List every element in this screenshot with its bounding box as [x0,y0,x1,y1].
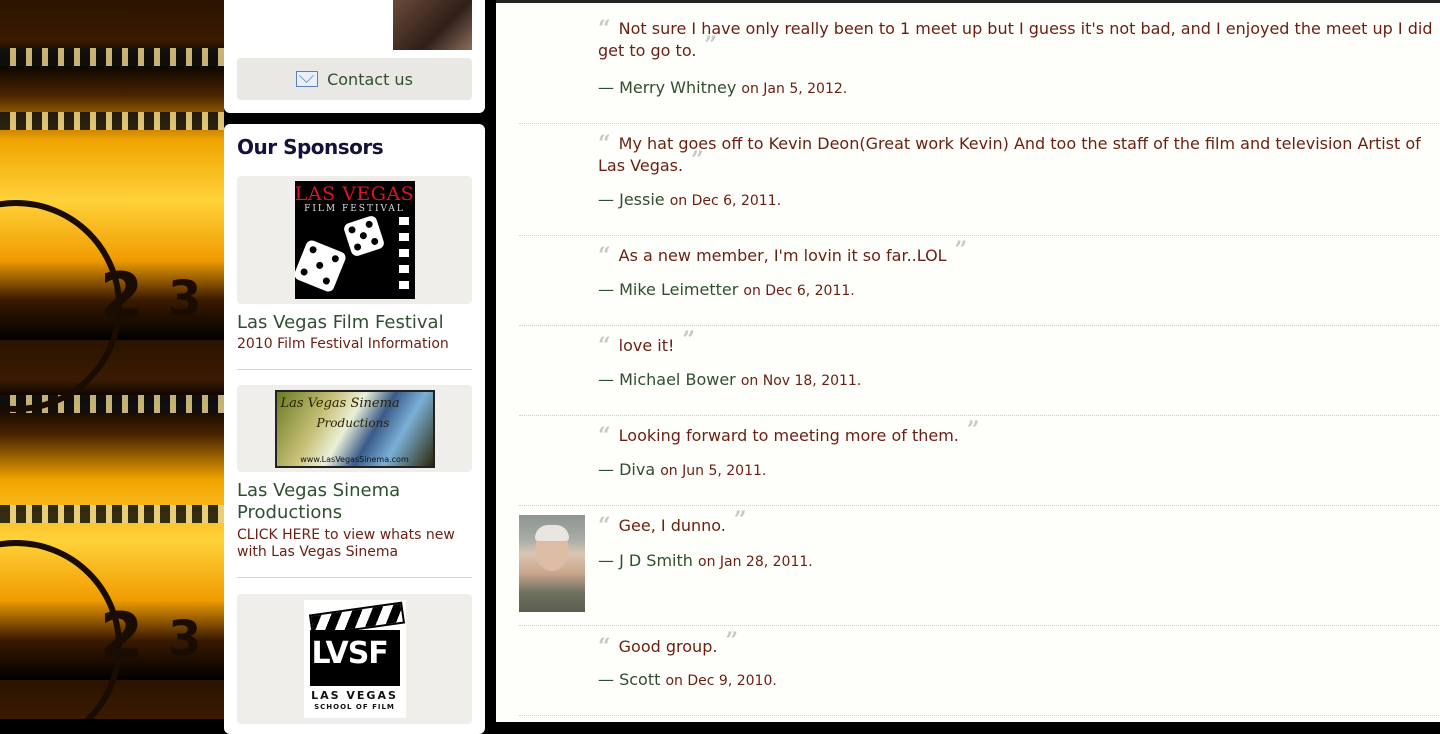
countdown-number: 2 [100,599,144,672]
testimonial-attribution: — Scott on Dec 9, 2010. [598,670,777,689]
sponsor-description-link[interactable]: CLICK HERE to view whats new with Las Ve… [237,527,472,561]
countdown-number: 2 [100,259,144,332]
testimonial-quote: “My hat goes off to Kevin Deon(Great wor… [598,131,1421,175]
testimonial-date: on Dec 9, 2010. [665,673,777,689]
testimonial-item: “Not sure I have only really been to 1 m… [519,3,1440,124]
testimonial-date: on Jan 5, 2012. [741,81,848,97]
open-quote-icon: “ [598,131,611,157]
sponsor-logo-link[interactable]: Las Vegas Sinema Productions www.LasVega… [237,385,472,472]
close-quote-icon: ” [725,628,739,654]
testimonial-item: “My hat goes off to Kevin Deon(Great wor… [519,123,1440,236]
sidebar: Contact us Our Sponsors LAS VEGAS FILM F… [224,0,486,734]
sponsors-box: Our Sponsors LAS VEGAS FILM FESTIVAL Las… [224,124,485,734]
testimonial-item: “Looking forward to meeting more of them… [519,415,1440,506]
close-quote-icon: ” [966,417,980,443]
testimonial-attribution: — Jessie on Dec 6, 2011. [598,190,782,209]
contact-us-button[interactable]: Contact us [237,58,472,100]
author-link[interactable]: Scott [619,670,660,689]
sponsor-logo-link[interactable]: LVSF LAS VEGAS SCHOOL OF FILM [237,594,472,724]
countdown-number: 3 [168,271,202,327]
testimonial-quote: “Good group.” [598,628,739,660]
testimonial-date: on Nov 18, 2011. [740,373,862,389]
testimonial-date: on Jun 5, 2011. [660,463,767,479]
open-quote-icon: “ [598,16,611,42]
author-link[interactable]: Merry Whitney [619,78,736,97]
open-quote-icon: “ [598,513,611,539]
sponsor-description: 2010 Film Festival Information [237,336,449,352]
las-vegas-film-festival-logo: LAS VEGAS FILM FESTIVAL [294,181,415,299]
close-quote-icon: ” [682,327,696,353]
author-link[interactable]: Michael Bower [619,370,736,389]
close-quote-icon: ” [954,237,968,263]
avatar[interactable] [519,515,585,612]
author-link[interactable]: J D Smith [619,551,693,570]
testimonial-attribution: — Mike Leimetter on Dec 6, 2011. [598,280,855,299]
open-quote-icon: “ [598,333,611,359]
divider [237,369,472,370]
film-strip-decoration [0,48,224,66]
testimonials-list: “Not sure I have only really been to 1 m… [496,0,1440,722]
contact-box: Contact us [224,0,485,113]
sponsors-heading: Our Sponsors [237,135,384,159]
sponsor-name-link[interactable]: Las Vegas Film Festival [237,312,472,334]
testimonial-quote: “As a new member, I'm lovin it so far..L… [598,237,968,269]
testimonial-attribution: — Merry Whitney on Jan 5, 2012. [598,78,848,97]
testimonial-date: on Dec 6, 2011. [669,193,782,209]
close-quote-icon: ” [704,32,718,58]
testimonial-attribution: — Michael Bower on Nov 18, 2011. [598,370,862,389]
envelope-icon [296,71,319,87]
divider [237,577,472,578]
testimonial-item: “As a new member, I'm lovin it so far..L… [519,235,1440,326]
close-quote-icon: ” [691,147,704,173]
testimonial-quote: “Gee, I dunno.” [598,507,747,539]
testimonial-quote: “Looking forward to meeting more of them… [598,417,980,449]
film-strip-decoration [0,112,224,130]
film-reel-background: 2 3 2 3 [0,0,224,719]
open-quote-icon: “ [598,243,611,269]
author-link[interactable]: Mike Leimetter [619,280,738,299]
profile-photo [393,0,472,50]
countdown-number: 3 [168,611,202,667]
author-link[interactable]: Jessie [619,190,665,209]
testimonial-date: on Dec 6, 2011. [743,283,855,299]
sponsor-logo-link[interactable]: LAS VEGAS FILM FESTIVAL [237,176,472,304]
testimonial-item: “Good group.” — Scott on Dec 9, 2010. [519,625,1440,716]
open-quote-icon: “ [598,634,611,660]
dice-icon [294,238,347,294]
close-quote-icon: ” [733,507,747,533]
las-vegas-sinema-logo: Las Vegas Sinema Productions www.LasVega… [274,389,435,468]
testimonial-attribution: — J D Smith on Jan 28, 2011. [598,551,813,570]
open-quote-icon: “ [598,423,611,449]
sponsor-name-link[interactable]: Las Vegas Sinema Productions [237,480,472,524]
author-link[interactable]: Diva [619,460,655,479]
testimonial-item: “love it!” — Michael Bower on Nov 18, 20… [519,325,1440,416]
testimonial-attribution: — Diva on Jun 5, 2011. [598,460,767,479]
dice-icon [342,214,385,258]
testimonial-item: “Gee, I dunno.” — J D Smith on Jan 28, 2… [519,505,1440,626]
contact-us-label: Contact us [327,69,413,89]
testimonial-quote: “Not sure I have only really been to 1 m… [598,16,1433,60]
las-vegas-school-of-film-logo: LVSF LAS VEGAS SCHOOL OF FILM [303,600,406,718]
film-strip-decoration [0,505,224,523]
testimonial-date: on Jan 28, 2011. [698,554,813,570]
testimonial-quote: “love it!” [598,327,696,359]
